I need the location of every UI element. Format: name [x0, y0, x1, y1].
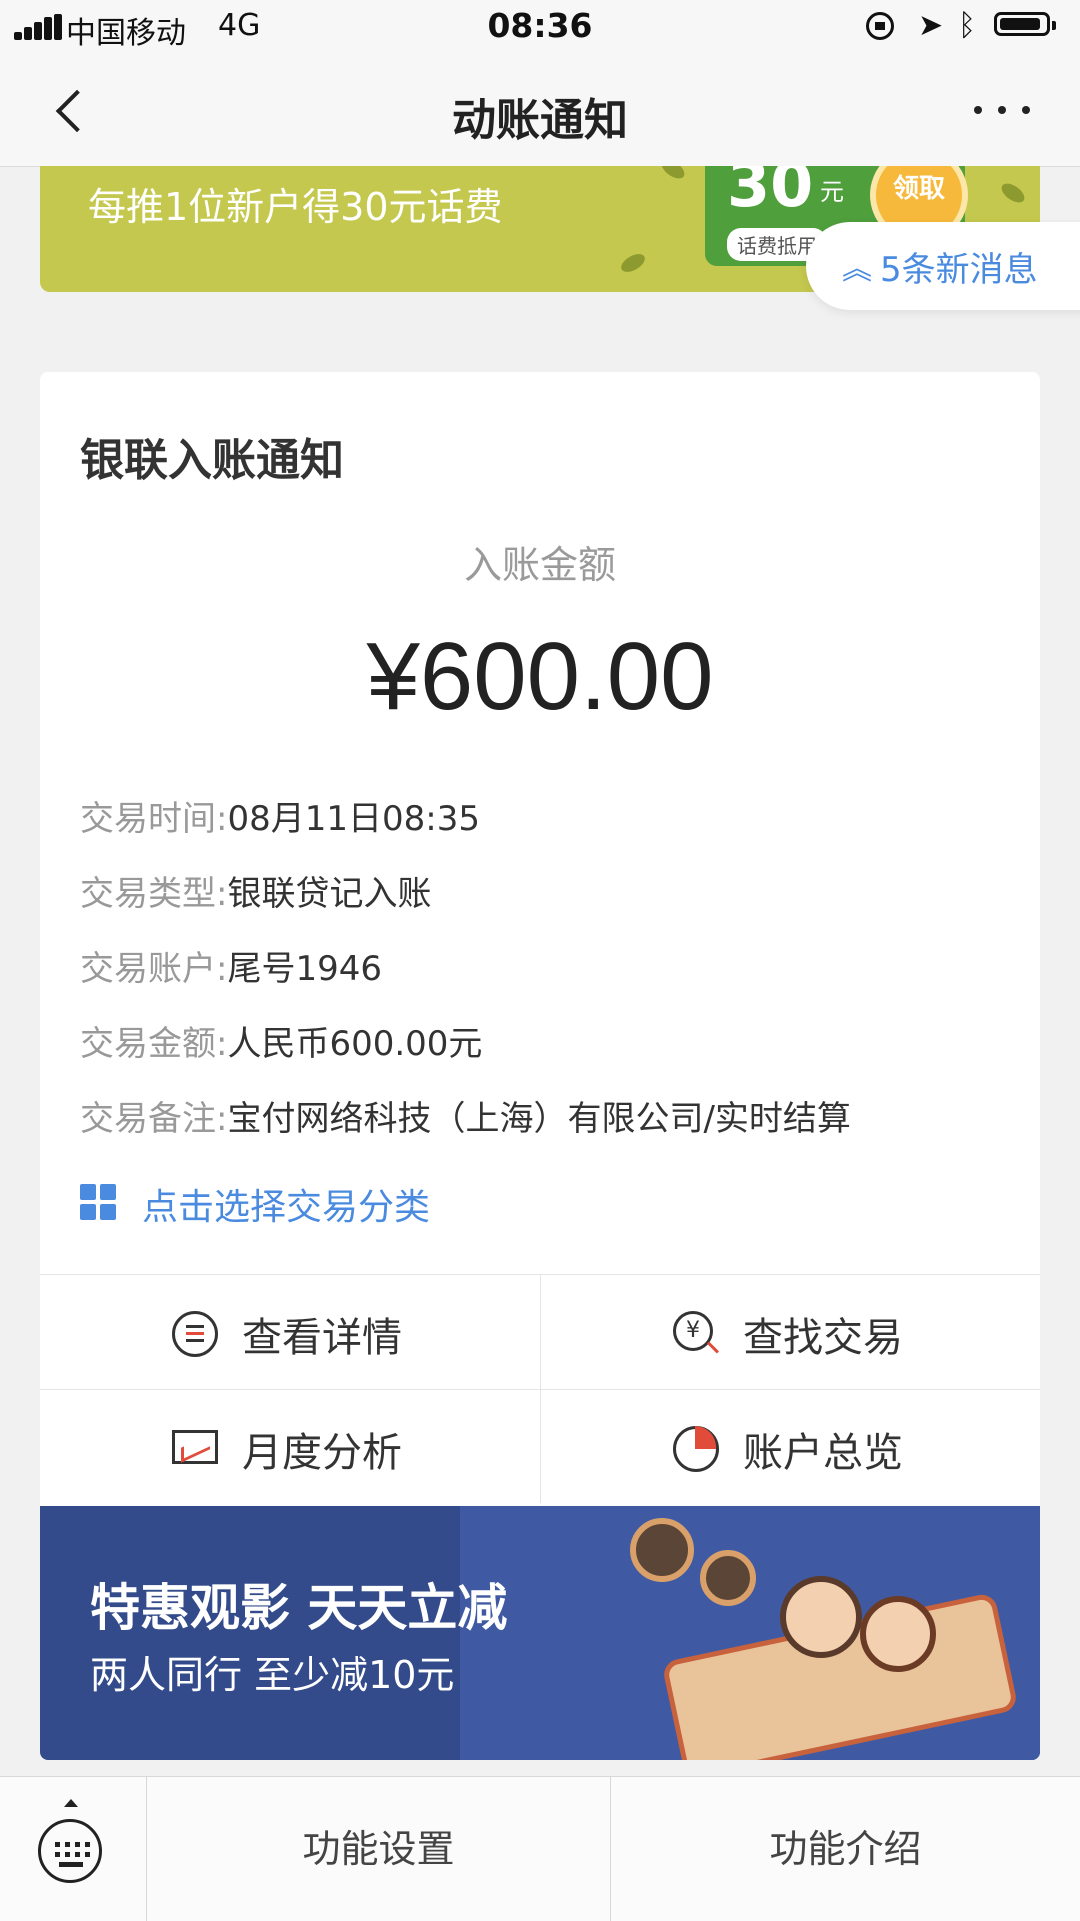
- document-icon: [172, 1311, 218, 1357]
- film-reel-icon: [700, 1550, 756, 1606]
- keyboard-icon: [38, 1819, 102, 1883]
- transaction-notice-card: 银联入账通知 入账金额 ¥600.00 交易时间:08月11日08:35 交易类…: [40, 372, 1040, 1760]
- caret-up-icon: [64, 1799, 78, 1807]
- keyboard-toggle-button[interactable]: [0, 1777, 147, 1921]
- find-transaction-button[interactable]: ¥ 查找交易: [540, 1275, 1040, 1389]
- voucher-amount: 30: [727, 166, 814, 221]
- detail-value: 尾号1946: [227, 949, 382, 989]
- detail-row-type: 交易类型:银联贷记入账: [80, 857, 1020, 932]
- status-bar: 中国移动 4G 08:36 ➤ ᛒ: [0, 0, 1080, 54]
- voucher-unit: 元: [820, 178, 844, 206]
- pie-chart-icon: [673, 1426, 719, 1472]
- detail-key: 交易时间:: [80, 799, 228, 839]
- detail-value: 人民币600.00元: [227, 1024, 483, 1064]
- action-label: 查看详情: [242, 1315, 402, 1361]
- leaf-decoration: [658, 166, 688, 183]
- function-intro-button[interactable]: 功能介绍: [611, 1777, 1080, 1921]
- chart-board-icon: [172, 1430, 218, 1464]
- leaf-decoration: [998, 179, 1028, 207]
- category-link-label: 点击选择交易分类: [142, 1187, 431, 1228]
- function-settings-button[interactable]: 功能设置: [147, 1777, 611, 1921]
- detail-value: 宝付网络科技（上海）有限公司/实时结算: [227, 1099, 851, 1139]
- action-label: 月度分析: [242, 1430, 402, 1476]
- monthly-analysis-button[interactable]: 月度分析: [40, 1389, 540, 1503]
- detail-key: 交易备注:: [80, 1099, 228, 1139]
- film-reel-icon: [630, 1518, 694, 1582]
- movie-promo-banner[interactable]: 特惠观影 天天立减 两人同行 至少减10元: [40, 1506, 1040, 1760]
- action-label: 查找交易: [743, 1315, 903, 1361]
- new-messages-label: 5条新消息: [880, 250, 1038, 290]
- new-messages-pill[interactable]: ︽ 5条新消息: [806, 222, 1080, 310]
- promo-text: 每推1位新户得30元话费: [88, 185, 503, 229]
- action-grid: 查看详情 ¥ 查找交易 月度分析 账户总览: [40, 1274, 1040, 1505]
- detail-value: 08月11日08:35: [227, 799, 480, 839]
- amount-value: ¥600.00: [366, 623, 714, 730]
- detail-key: 交易账户:: [80, 949, 228, 989]
- detail-value: 银联贷记入账: [227, 874, 432, 914]
- amount-label: 入账金额: [463, 543, 616, 587]
- bluetooth-icon: ᛒ: [958, 8, 976, 43]
- page-title: 动账通知: [452, 95, 628, 146]
- child-illustration: [860, 1596, 936, 1672]
- notice-title: 银联入账通知: [80, 435, 344, 486]
- more-options-icon[interactable]: [972, 94, 1032, 124]
- movie-banner-subtitle: 两人同行 至少减10元: [90, 1653, 455, 1697]
- detail-row-remark: 交易备注:宝付网络科技（上海）有限公司/实时结算: [80, 1082, 1020, 1157]
- detail-row-account: 交易账户:尾号1946: [80, 932, 1020, 1007]
- detail-row-amount: 交易金额:人民币600.00元: [80, 1007, 1020, 1082]
- grid-icon: [80, 1184, 118, 1222]
- detail-key: 交易金额:: [80, 1024, 228, 1064]
- location-icon: ➤: [918, 8, 944, 43]
- navigation-bar: 动账通知: [0, 54, 1080, 167]
- leaf-decoration: [618, 250, 648, 276]
- battery-icon: [994, 12, 1056, 36]
- account-overview-button[interactable]: 账户总览: [540, 1389, 1040, 1503]
- transaction-details: 交易时间:08月11日08:35 交易类型:银联贷记入账 交易账户:尾号1946…: [80, 782, 1020, 1157]
- yuan-search-icon: ¥: [673, 1311, 713, 1351]
- detail-row-time: 交易时间:08月11日08:35: [80, 782, 1020, 857]
- double-chevron-up-icon: ︽: [842, 252, 872, 287]
- detail-key: 交易类型:: [80, 874, 228, 914]
- rotation-lock-icon: [866, 12, 894, 40]
- child-illustration: [780, 1576, 862, 1658]
- status-icons: ➤ ᛒ: [866, 8, 1066, 46]
- bottom-menu-bar: 功能设置 功能介绍: [0, 1776, 1080, 1921]
- movie-banner-title: 特惠观影 天天立减: [90, 1579, 508, 1637]
- view-details-button[interactable]: 查看详情: [40, 1275, 540, 1389]
- action-label: 账户总览: [743, 1430, 903, 1476]
